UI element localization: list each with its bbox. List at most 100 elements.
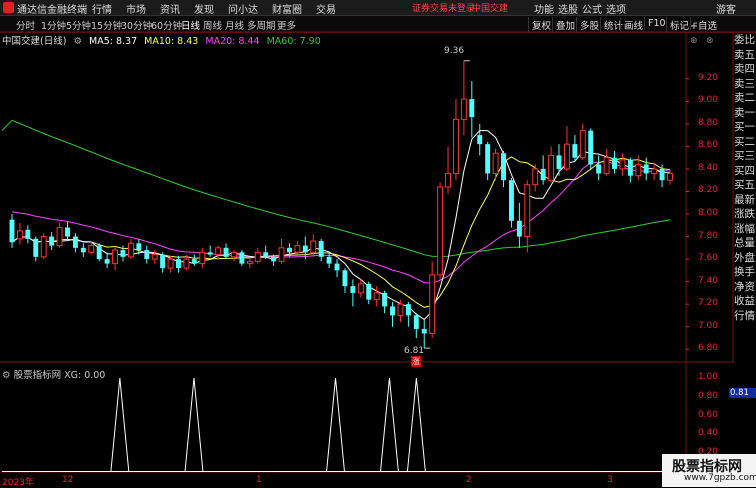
quote-panel-label: 行情	[734, 309, 755, 322]
indicator-spike	[379, 377, 399, 473]
price-tick-label: 7.00	[697, 320, 718, 331]
quote-panel-label: 买一	[734, 121, 755, 133]
candle-body	[310, 240, 317, 253]
quote-panel-label: 净资	[734, 280, 755, 293]
candle-body	[651, 168, 658, 174]
quote-panel-label: 收益	[734, 295, 755, 307]
quote-panel-label: 卖三	[734, 77, 755, 90]
indicator-spike	[326, 377, 346, 473]
high-price-label: 9.36	[444, 46, 465, 56]
candle-body	[659, 168, 665, 181]
candle-body	[96, 245, 102, 260]
indicator-tick-label: 0.80	[697, 390, 718, 401]
kline-chart[interactable]	[0, 0, 756, 487]
indicator-spike	[110, 377, 130, 473]
candle-body	[579, 130, 586, 159]
candle-body	[390, 306, 395, 316]
indicator-current-value: 0.81	[729, 388, 756, 398]
quote-panel-label: 买二	[734, 135, 755, 148]
indicator-settings-icon[interactable]: ⚙	[2, 370, 11, 381]
candle-body	[429, 274, 436, 334]
candle-body	[112, 249, 119, 265]
candle-body	[223, 247, 229, 257]
candle-body	[619, 159, 626, 170]
x-label-dec: 12	[62, 475, 74, 485]
candle-body	[231, 251, 237, 258]
indicator-tick-label: 0.40	[697, 428, 718, 439]
candle-body	[246, 260, 253, 265]
candle-body	[357, 283, 364, 294]
price-tick-label: 9.20	[697, 72, 718, 83]
candle-body	[191, 259, 197, 264]
candle-body	[350, 286, 356, 293]
indicator-spikes	[2, 377, 686, 473]
price-tick-label: 8.40	[697, 162, 718, 173]
candle-body	[176, 259, 181, 269]
candle-body	[532, 168, 539, 186]
candle-body	[287, 247, 292, 253]
quote-panel-label: 卖五	[734, 48, 755, 61]
candle-body	[33, 238, 39, 257]
candle-body	[167, 258, 174, 269]
indicator-spike	[184, 377, 204, 473]
x-label-jan: 1	[256, 475, 262, 485]
candle-body	[9, 219, 15, 243]
quote-panel-label: 卖一	[734, 106, 755, 119]
candle-body	[334, 263, 340, 271]
ma5-path	[11, 130, 671, 321]
price-tick-label: 7.40	[697, 275, 718, 286]
candle-body	[104, 259, 110, 264]
limit-up-badge: 涨	[411, 356, 421, 367]
candle-body	[556, 155, 562, 169]
candle-body	[342, 270, 348, 287]
quote-panel-label: 买五	[734, 179, 755, 191]
candle-body	[294, 245, 301, 253]
price-tick-label: 8.80	[697, 117, 718, 128]
indicator-tick-label: 1.00	[697, 372, 718, 382]
candle-body	[667, 172, 673, 181]
candle-body	[612, 157, 617, 169]
candle-body	[445, 172, 451, 188]
candle-body	[151, 254, 158, 260]
candle-body	[516, 220, 522, 237]
indicator-name: 股票指标网	[13, 370, 62, 381]
price-tick-label: 9.00	[697, 95, 718, 106]
candle-body	[215, 247, 222, 256]
price-tick-label: 8.20	[697, 185, 718, 196]
candle-body	[643, 164, 649, 174]
candle-body	[144, 250, 150, 260]
candle-body	[318, 241, 324, 257]
quote-panel-label: 卖二	[734, 92, 755, 104]
candle-body	[397, 303, 404, 316]
candle-body	[72, 236, 78, 248]
candle-body	[302, 245, 308, 253]
candle-body	[366, 283, 372, 300]
price-tick-label: 8.00	[697, 208, 718, 219]
candle-body	[508, 180, 514, 221]
candle-body	[80, 247, 86, 253]
candle-body	[635, 163, 642, 177]
candle-body	[56, 227, 63, 247]
indicator-header: ⚙ 股票指标网 XG: 0.00	[2, 367, 105, 381]
candle-body	[452, 118, 459, 174]
candle-body	[239, 252, 245, 264]
candle-body	[485, 144, 491, 174]
candle-body	[460, 98, 467, 120]
quote-panel-label: 涨幅	[734, 222, 755, 235]
candle-body	[501, 153, 506, 181]
candle-body	[563, 143, 570, 170]
candle-body	[254, 251, 261, 262]
candle-body	[572, 144, 578, 158]
price-tick-label: 6.80	[697, 343, 718, 354]
candle-body	[88, 245, 95, 253]
candle-body	[421, 328, 427, 334]
auto-select-button[interactable]: +自选	[690, 18, 717, 32]
candle-body	[413, 315, 419, 329]
candle-body	[588, 130, 594, 165]
quote-side-panel: 委比 卖五 卖四 卖三 卖二 卖一 买一 买二 买三 买四 买五 最新 涨跌 涨幅 总量 外盘 换手 净资 收益 行情	[734, 33, 756, 353]
indicator-spike	[406, 377, 426, 473]
candle-body	[326, 256, 332, 264]
x-label-year: 2023年	[2, 478, 34, 488]
candle-body	[16, 230, 23, 240]
candle-body	[127, 242, 134, 258]
